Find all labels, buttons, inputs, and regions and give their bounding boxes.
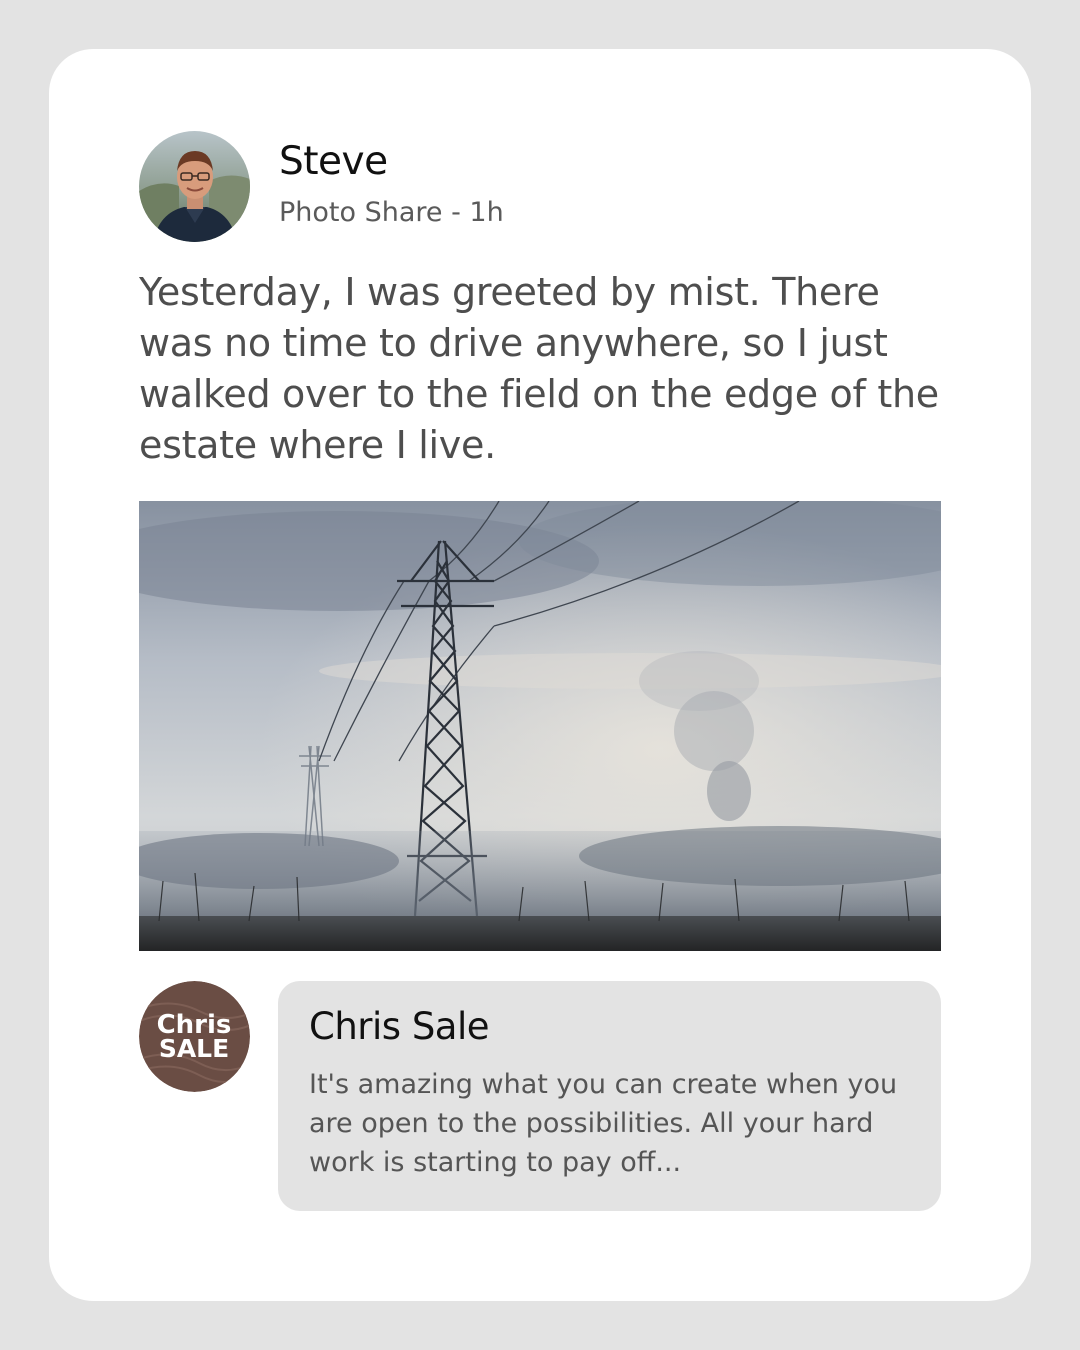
logo-text-line2: SALE: [159, 1034, 229, 1063]
author-avatar[interactable]: [139, 131, 250, 242]
post-meta: Photo Share - 1h: [279, 197, 504, 228]
post-text: Yesterday, I was greeted by mist. There …: [139, 270, 939, 467]
comment-bubble: Chris Sale It's amazing what you can cre…: [278, 981, 941, 1211]
post-card: Steve Photo Share - 1h Yesterday, I was …: [49, 49, 1031, 1301]
comment-author[interactable]: Chris Sale: [309, 1005, 490, 1048]
post-photo[interactable]: [139, 501, 941, 951]
comment-text: It's amazing what you can create when yo…: [309, 1069, 898, 1178]
author-name[interactable]: Steve: [279, 139, 388, 184]
commenter-logo-avatar[interactable]: Chris SALE: [139, 981, 250, 1092]
